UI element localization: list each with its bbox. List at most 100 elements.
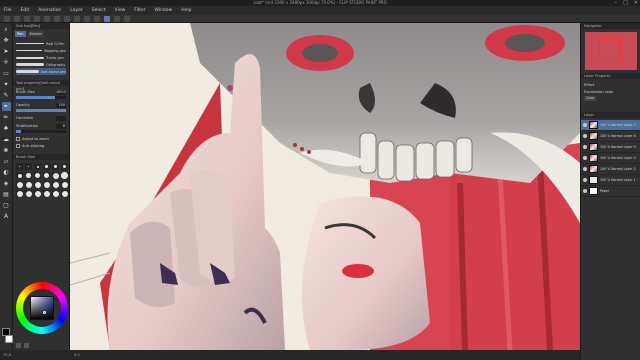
horizontal-scrollbar[interactable]: 0.0 [70,350,580,360]
fill-icon[interactable] [64,15,70,22]
brush-size-preset[interactable] [16,172,23,179]
brush-size-preset[interactable] [61,172,68,179]
operation-tool-icon[interactable]: ➤ [2,47,11,56]
pencil-tool-icon[interactable]: ✏ [2,113,11,122]
visibility-eye-icon[interactable] [583,156,587,160]
palette-toggle-icon[interactable] [16,343,21,348]
move-layer-tool-icon[interactable]: ✛ [2,58,11,67]
angle-readout[interactable]: 0.0 [74,350,80,360]
brush-size-preset[interactable] [61,181,68,188]
brush-item[interactable]: Mapping pen [16,47,66,54]
brush-size-preset[interactable] [25,172,32,179]
clear-icon[interactable] [54,15,60,22]
visibility-eye-icon[interactable] [583,178,587,182]
brush-size-preset[interactable] [52,163,59,170]
menu-layer[interactable]: Layer [70,8,83,13]
brush-size-preset[interactable] [16,181,23,188]
decoration-tool-icon[interactable]: ❀ [2,146,11,155]
layer-row[interactable]: 100 % Normal Layer 2 [581,164,640,175]
menu-edit[interactable]: Edit [21,8,30,13]
pen-tool-icon[interactable]: ✒ [1,102,11,111]
auto-select-tool-icon[interactable]: ✦ [2,80,11,89]
fill-tool-icon[interactable]: ◈ [2,179,11,188]
transform-icon[interactable] [74,15,80,22]
menu-window[interactable]: Window [154,8,172,13]
brush-size-preset[interactable] [34,163,41,170]
brush-size-preset[interactable] [61,163,68,170]
menu-file[interactable]: File [4,8,12,13]
brush-size-preset[interactable] [43,172,50,179]
adjust-to-zoom-checkbox[interactable]: Adjust to zoom [16,135,66,142]
canvas[interactable] [70,23,580,350]
tab-pen[interactable]: Pen [15,31,26,37]
brush-size-slider[interactable] [16,96,66,99]
selection-tool-icon[interactable]: ▭ [2,69,11,78]
zoom-tool-icon[interactable]: ⌕ [2,25,11,34]
menu-filter[interactable]: Filter [134,8,145,13]
invert-selection-icon[interactable] [94,15,100,22]
eyedropper-tool-icon[interactable]: ✎ [2,91,11,100]
new-file-icon[interactable] [4,15,10,22]
color-wheel[interactable] [16,282,68,334]
brush-item[interactable]: Calligraphy [16,61,66,68]
layer-row[interactable]: Paper [581,186,640,197]
menu-select[interactable]: Select [92,8,106,13]
anti-aliasing-option[interactable]: Anti-aliasing [16,142,66,149]
brush-tool-icon[interactable]: ♠ [2,124,11,133]
brush-size-preset[interactable] [16,163,23,170]
move-tool-icon[interactable]: ✥ [2,36,11,45]
undo-icon[interactable] [34,15,40,22]
stabilization-value[interactable]: 6 [56,123,66,129]
brush-size-preset[interactable] [25,163,32,170]
expression-color-select[interactable]: Color [584,96,596,101]
brush-size-preset[interactable] [34,190,41,197]
brush-size-preset[interactable] [25,190,32,197]
history-toggle-icon[interactable] [24,343,29,348]
color-picker-marker[interactable] [43,311,46,314]
brush-item[interactable]: Turnip pen [16,54,66,61]
figure-tool-icon[interactable]: ▢ [2,201,11,210]
airbrush-tool-icon[interactable]: ☁ [2,135,11,144]
hardness-control[interactable] [56,115,66,121]
blend-tool-icon[interactable]: ◐ [2,168,11,177]
layer-row[interactable]: 100 % Normal Layer 1 [581,175,640,186]
open-file-icon[interactable] [14,15,20,22]
redo-icon[interactable] [44,15,50,22]
brush-size-preset[interactable] [16,190,23,197]
brush-size-preset[interactable] [43,163,50,170]
menu-animation[interactable]: Animation [38,8,61,13]
eraser-tool-icon[interactable]: ▱ [2,157,11,166]
gradient-tool-icon[interactable]: ▤ [2,190,11,199]
brush-size-preset[interactable] [25,181,32,188]
brush-size-preset[interactable] [43,181,50,188]
ruler-icon[interactable] [114,15,120,22]
save-icon[interactable] [24,15,30,22]
layer-row[interactable]: 100 % Normal Layer 3 [581,120,640,131]
sub-color-swatch[interactable] [5,335,13,343]
brush-size-preset[interactable] [43,190,50,197]
tab-marker[interactable]: Marker [27,31,44,37]
brush-size-preset[interactable] [52,172,59,179]
brush-item[interactable]: Real G-Pen [16,40,66,47]
visibility-eye-icon[interactable] [583,123,587,127]
layer-row[interactable]: 100 % Normal Layer 4 [581,153,640,164]
layer-row[interactable]: 100 % Normal Layer 6 [581,131,640,142]
layer-row[interactable]: 100 % Normal Layer 5 [581,142,640,153]
zoom-readout[interactable]: 75.0 [3,353,11,357]
brush-size-preset[interactable] [34,172,41,179]
grid-icon[interactable] [124,15,130,22]
brush-size-preset[interactable] [61,190,68,197]
brush-size-preset[interactable] [52,190,59,197]
opacity-slider[interactable] [16,109,66,112]
visibility-eye-icon[interactable] [583,134,587,138]
text-tool-icon[interactable]: A [2,212,11,221]
brush-size-preset[interactable] [52,181,59,188]
navigator-thumbnail[interactable] [585,32,637,70]
saturation-value-square[interactable] [30,296,54,320]
snap-icon[interactable] [104,15,110,22]
stabilization-slider[interactable] [16,130,66,133]
brush-item[interactable]: Soft-round pen [16,68,66,75]
brush-size-preset[interactable] [34,181,41,188]
visibility-eye-icon[interactable] [583,145,587,149]
visibility-eye-icon[interactable] [583,167,587,171]
